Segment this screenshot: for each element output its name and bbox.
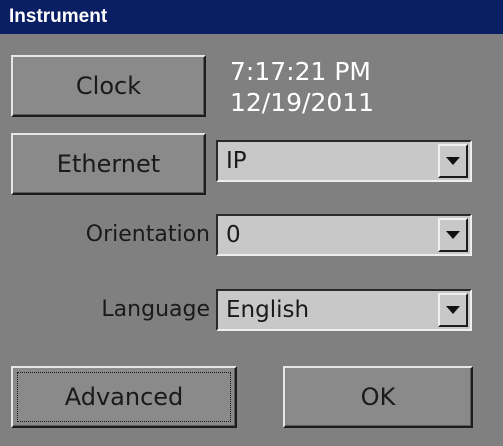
orientation-label: Orientation	[85, 222, 210, 247]
language-select-value: English	[226, 297, 310, 323]
chevron-down-icon	[446, 231, 460, 239]
ethernet-select-value: IP	[226, 148, 247, 174]
chevron-down-icon	[446, 306, 460, 314]
ok-button[interactable]: OK	[283, 366, 473, 428]
dialog-title: Instrument	[0, 0, 503, 34]
language-select[interactable]: English	[216, 289, 472, 331]
advanced-button-label: Advanced	[64, 383, 184, 411]
orientation-select-value: 0	[226, 222, 241, 248]
chevron-down-icon	[446, 157, 460, 165]
clock-time: 7:17:21 PM	[230, 57, 371, 86]
ethernet-button[interactable]: Ethernet	[11, 133, 206, 195]
clock-readout: 7:17:21 PM 12/19/2011	[230, 56, 374, 118]
clock-date: 12/19/2011	[230, 88, 375, 117]
orientation-select[interactable]: 0	[216, 214, 472, 256]
advanced-button[interactable]: Advanced	[11, 366, 237, 428]
ethernet-select[interactable]: IP	[216, 140, 472, 182]
language-dropdown-button[interactable]	[438, 293, 468, 327]
language-label: Language	[101, 297, 210, 322]
orientation-dropdown-button[interactable]	[438, 218, 468, 252]
instrument-dialog: Instrument Clock 7:17:21 PM 12/19/2011 E…	[0, 0, 503, 446]
clock-button[interactable]: Clock	[11, 55, 206, 117]
ethernet-dropdown-button[interactable]	[438, 144, 468, 178]
